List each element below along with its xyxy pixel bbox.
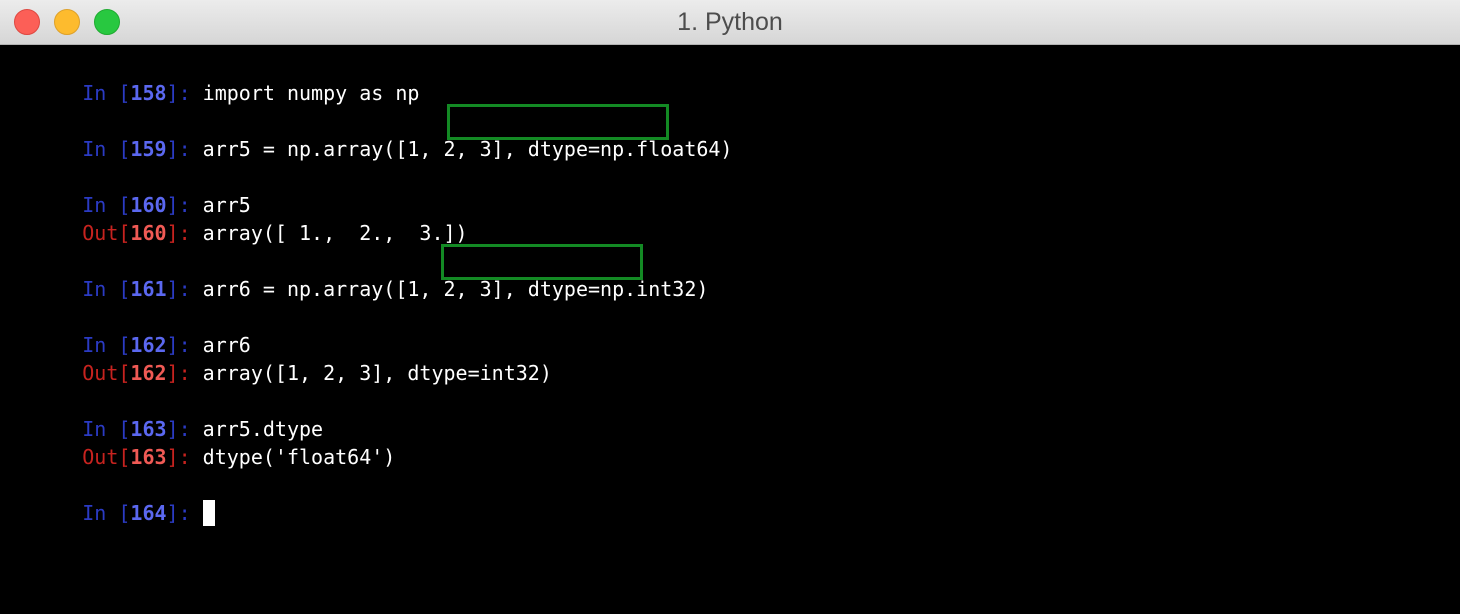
input-line: In [158]: import numpy as np bbox=[10, 51, 419, 105]
active-input-line[interactable]: In [164]: bbox=[10, 471, 215, 526]
highlight-box-dtype-int32 bbox=[441, 244, 643, 280]
in-prompt-number: 158 bbox=[130, 81, 167, 105]
in-prompt-close: ]: bbox=[166, 81, 203, 105]
output-text: array([ 1., 2., 3.]) bbox=[202, 221, 468, 245]
input-line: In [160]: arr5 bbox=[10, 163, 251, 217]
out-prompt-number: 160 bbox=[130, 221, 167, 245]
out-prompt-number: 163 bbox=[130, 445, 167, 469]
output-line: Out[163]: dtype('float64') bbox=[10, 415, 395, 469]
out-prompt-number: 162 bbox=[130, 361, 167, 385]
input-code: import numpy as np bbox=[202, 81, 420, 105]
out-prompt-label: Out[ bbox=[82, 361, 131, 385]
output-text: array([1, 2, 3], dtype=int32) bbox=[202, 361, 552, 385]
window-title: 1. Python bbox=[677, 8, 783, 36]
in-prompt-label: In [ bbox=[82, 81, 131, 105]
text-cursor bbox=[202, 500, 215, 526]
in-prompt-close: ]: bbox=[166, 501, 203, 525]
out-prompt-label: Out[ bbox=[82, 445, 131, 469]
out-prompt-close: ]: bbox=[166, 361, 203, 385]
terminal-window: 1. Python In [158]: import numpy as np I… bbox=[0, 0, 1460, 614]
in-prompt-close: ]: bbox=[166, 277, 203, 301]
out-prompt-label: Out[ bbox=[82, 221, 131, 245]
highlight-box-dtype-float64 bbox=[447, 104, 669, 140]
output-text: dtype('float64') bbox=[202, 445, 396, 469]
in-prompt-number: 164 bbox=[130, 501, 167, 525]
title-bar[interactable]: 1. Python bbox=[0, 0, 1460, 45]
output-line: Out[160]: array([ 1., 2., 3.]) bbox=[10, 191, 467, 245]
input-line: In [163]: arr5.dtype bbox=[10, 387, 323, 441]
in-prompt-number: 161 bbox=[130, 277, 167, 301]
terminal-content[interactable]: In [158]: import numpy as np In [159]: a… bbox=[0, 46, 1460, 614]
in-prompt-close: ]: bbox=[166, 137, 203, 161]
in-prompt-label: In [ bbox=[82, 137, 131, 161]
output-line: Out[162]: array([1, 2, 3], dtype=int32) bbox=[10, 331, 552, 385]
out-prompt-close: ]: bbox=[166, 221, 203, 245]
input-line: In [162]: arr6 bbox=[10, 303, 251, 357]
input-code: arr6 = np.array([1, 2, 3], dtype=np.int3… bbox=[202, 277, 709, 301]
in-prompt-label: In [ bbox=[82, 501, 131, 525]
in-prompt-label: In [ bbox=[82, 277, 131, 301]
in-prompt-number: 159 bbox=[130, 137, 167, 161]
out-prompt-close: ]: bbox=[166, 445, 203, 469]
input-code: arr5 = np.array([1, 2, 3], dtype=np.floa… bbox=[202, 137, 733, 161]
